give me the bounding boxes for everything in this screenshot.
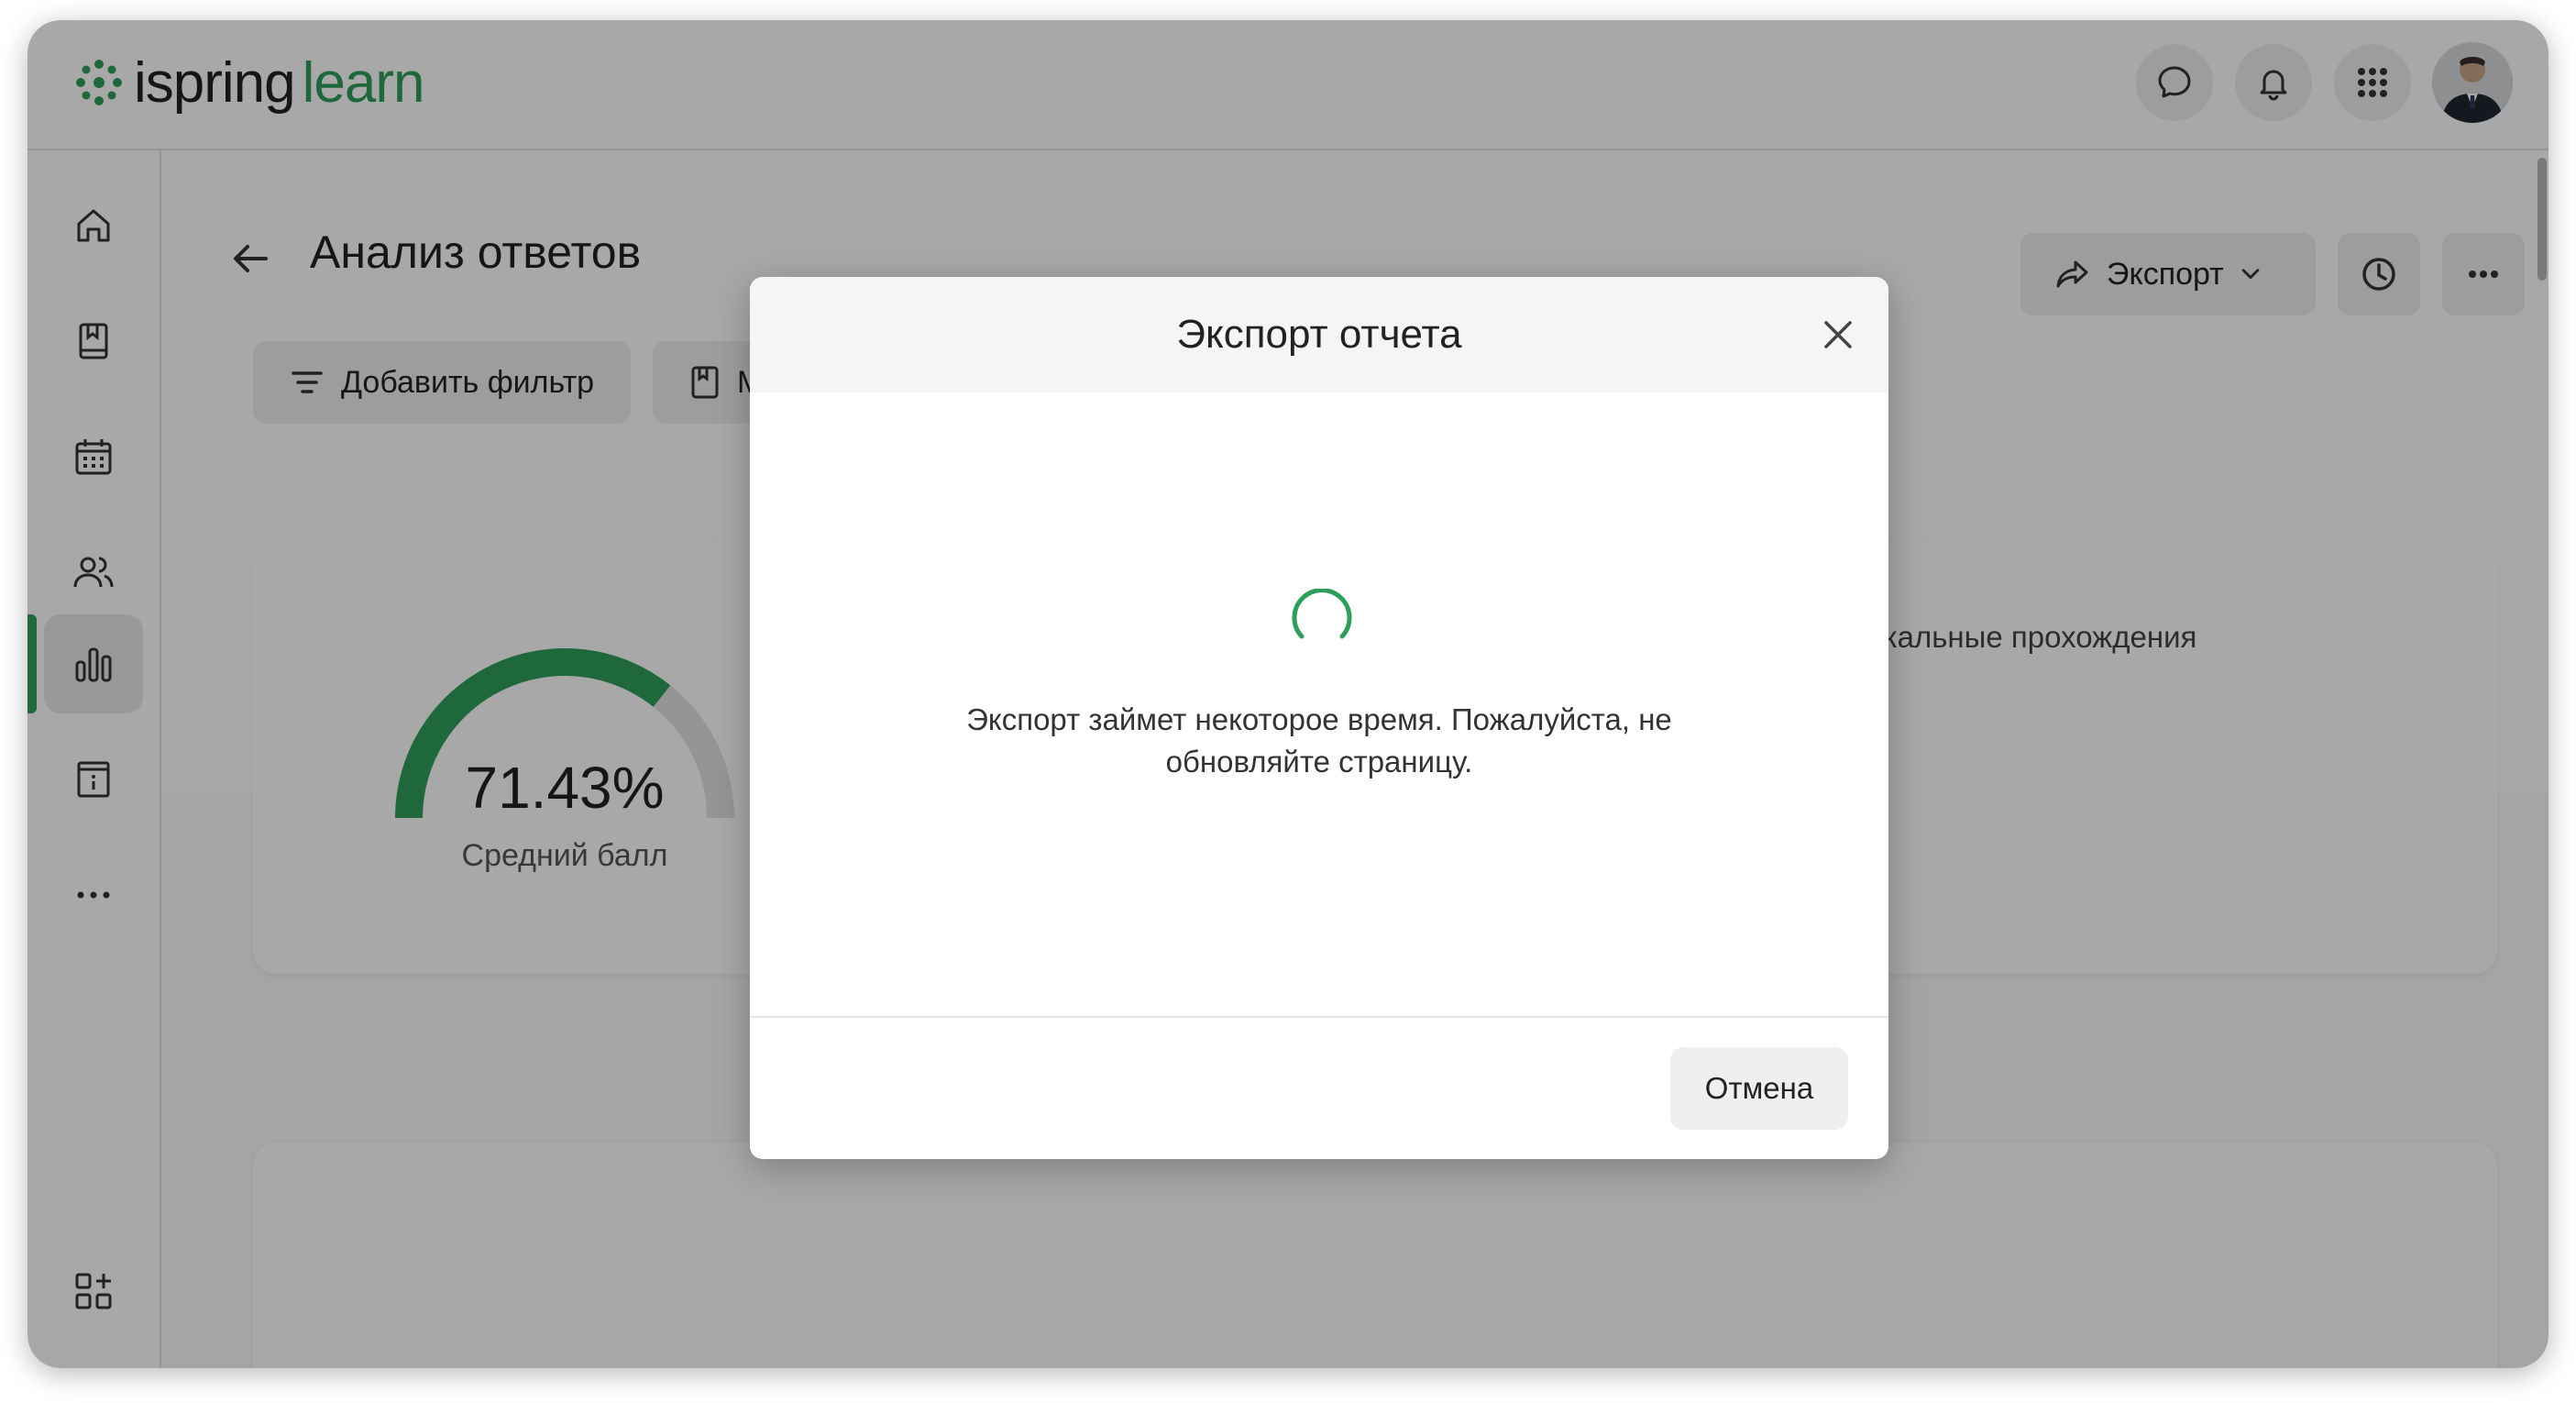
export-report-dialog: Экспорт отчета Экспорт займет некоторое …	[750, 277, 1888, 1159]
export-message-line2: обновляйте страницу.	[1165, 745, 1473, 779]
close-icon[interactable]	[1819, 315, 1857, 354]
app-window: ispring learn Анализ ответов Добавить фи…	[28, 20, 2548, 1368]
dialog-header: Экспорт отчета	[750, 277, 1888, 392]
loading-spinner-icon	[1292, 589, 1352, 639]
export-message: Экспорт займет некоторое время. Пожалуйс…	[906, 699, 1733, 783]
export-message-line1: Экспорт займет некоторое время. Пожалуйс…	[966, 702, 1672, 736]
dialog-title: Экспорт отчета	[1176, 312, 1462, 357]
cancel-button[interactable]: Отмена	[1670, 1047, 1848, 1130]
dialog-footer-divider	[750, 1016, 1888, 1018]
